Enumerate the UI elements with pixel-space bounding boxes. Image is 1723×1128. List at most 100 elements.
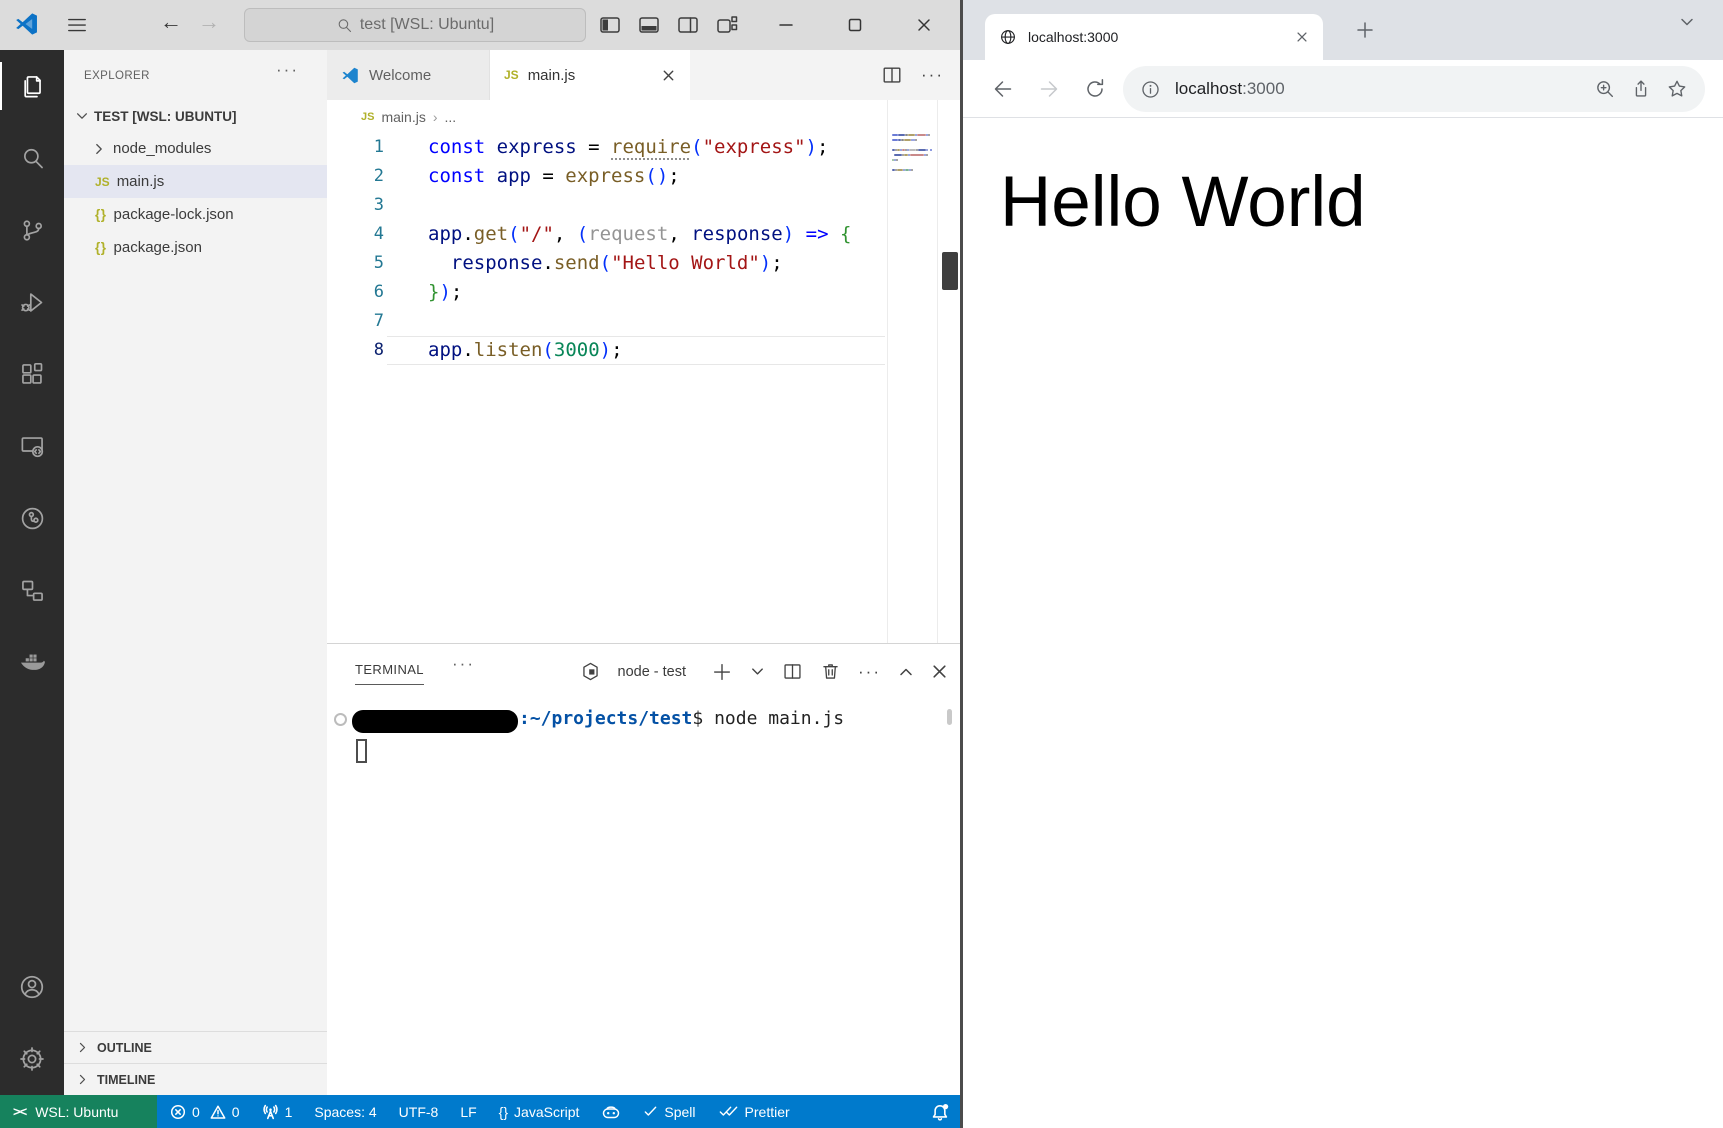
minimize-icon[interactable]	[763, 0, 809, 50]
code-editor[interactable]: 1const express = require("express");2con…	[327, 133, 887, 643]
tab-label: Welcome	[369, 67, 431, 84]
scrollbar-handle[interactable]	[942, 252, 958, 290]
terminal-dropdown-icon[interactable]	[750, 664, 765, 679]
close-tab-icon[interactable]	[1295, 30, 1309, 44]
menu-icon[interactable]	[66, 14, 88, 36]
back-arrow-icon[interactable]	[991, 77, 1015, 101]
sidebar-item-extensions[interactable]	[0, 338, 64, 410]
browser-tab[interactable]: localhost:3000	[985, 14, 1323, 60]
terminal-output[interactable]: :~/projects/test$ node main.js	[327, 699, 960, 1095]
new-tab-icon[interactable]	[1353, 18, 1377, 42]
share-icon[interactable]	[1630, 78, 1652, 100]
code-line[interactable]: 3	[327, 191, 887, 220]
new-terminal-icon[interactable]	[711, 661, 733, 683]
command-decoration-icon[interactable]	[334, 713, 347, 726]
explorer-root-folder[interactable]: TEST [WSL: UBUNTU]	[64, 100, 327, 132]
command-center-search[interactable]: test [WSL: Ubuntu]	[244, 8, 586, 42]
spell-checker-status[interactable]: Spell	[643, 1104, 695, 1120]
close-tab-icon[interactable]	[661, 68, 676, 83]
language-indicator[interactable]: {} JavaScript	[499, 1104, 580, 1120]
toggle-panel-icon[interactable]	[637, 13, 661, 37]
breadcrumb-file: main.js	[381, 109, 425, 125]
file-item-package-json[interactable]: {} package.json	[64, 231, 327, 264]
address-bar[interactable]: localhost:3000	[1123, 66, 1705, 112]
prettier-status[interactable]: Prettier	[718, 1104, 790, 1120]
code-line[interactable]: 6});	[327, 278, 887, 307]
minimap-mark	[911, 169, 913, 171]
settings-button[interactable]	[0, 1023, 64, 1095]
editor-scrollbar[interactable]	[937, 100, 960, 643]
terminal-session-label[interactable]: node - test	[618, 664, 687, 680]
kill-terminal-icon[interactable]	[820, 661, 841, 682]
line-number[interactable]: 4	[327, 220, 384, 249]
terminal-scrollbar[interactable]	[947, 709, 952, 725]
vscode-logo-icon	[341, 66, 360, 85]
url-text[interactable]: localhost:3000	[1175, 79, 1285, 99]
toggle-sidebar-icon[interactable]	[598, 13, 622, 37]
split-editor-icon[interactable]	[881, 64, 903, 86]
line-number[interactable]: 1	[327, 133, 384, 162]
minimap[interactable]	[887, 100, 937, 643]
reload-icon[interactable]	[1083, 77, 1107, 101]
code-line[interactable]: 8app.listen(3000);	[327, 336, 887, 365]
code-line[interactable]: 7	[327, 307, 887, 336]
close-panel-icon[interactable]	[931, 663, 948, 680]
file-item-package-lock[interactable]: {} package-lock.json	[64, 198, 327, 231]
chevron-down-icon[interactable]	[1679, 14, 1695, 30]
notifications-button[interactable]	[931, 1095, 950, 1128]
bookmark-star-icon[interactable]	[1666, 78, 1688, 100]
outline-section[interactable]: OUTLINE	[64, 1031, 327, 1063]
code-line[interactable]: 2const app = express();	[327, 162, 887, 191]
forward-arrow-icon[interactable]	[1037, 77, 1061, 101]
accounts-button[interactable]	[0, 951, 64, 1023]
ports-indicator[interactable]: 1	[262, 1103, 293, 1120]
line-number[interactable]: 5	[327, 249, 384, 278]
breadcrumb[interactable]: JS main.js › ...	[327, 100, 960, 133]
tab-welcome[interactable]: Welcome	[327, 50, 490, 100]
sidebar-item-gitlens[interactable]	[0, 482, 64, 554]
sidebar-item-search[interactable]	[0, 122, 64, 194]
more-actions-icon[interactable]: ···	[276, 60, 299, 80]
tab-terminal[interactable]: TERMINAL	[355, 662, 424, 685]
remote-indicator[interactable]: >< WSL: Ubuntu	[0, 1095, 157, 1128]
code-line[interactable]: 1const express = require("express");	[327, 133, 887, 162]
file-item-main-js[interactable]: JS main.js	[64, 165, 327, 198]
close-icon[interactable]	[901, 0, 947, 50]
sidebar-item-source-control[interactable]	[0, 194, 64, 266]
split-terminal-icon[interactable]	[782, 661, 803, 682]
line-number[interactable]: 8	[327, 336, 384, 365]
zoom-icon[interactable]	[1594, 78, 1616, 100]
sidebar-item-run-debug[interactable]	[0, 266, 64, 338]
sidebar-item-docker[interactable]	[0, 626, 64, 698]
line-number[interactable]: 6	[327, 278, 384, 307]
code-line[interactable]: 4app.get("/", (request, response) => {	[327, 220, 887, 249]
spell-label: Spell	[664, 1104, 695, 1120]
eol-indicator[interactable]: LF	[460, 1104, 476, 1120]
error-icon	[170, 1104, 186, 1120]
copilot-status[interactable]	[601, 1104, 621, 1120]
indent-indicator[interactable]: Spaces: 4	[314, 1104, 376, 1120]
forward-arrow-icon[interactable]: →	[198, 9, 220, 35]
back-arrow-icon[interactable]: ←	[160, 9, 182, 35]
line-number[interactable]: 2	[327, 162, 384, 191]
sidebar-bottom-sections: OUTLINE TIMELINE	[64, 1031, 327, 1095]
more-actions-icon[interactable]: ···	[858, 662, 881, 682]
encoding-indicator[interactable]: UTF-8	[399, 1104, 439, 1120]
customize-layout-icon[interactable]	[715, 13, 739, 37]
tab-main-js[interactable]: JS main.js	[490, 50, 690, 100]
maximize-panel-icon[interactable]	[898, 664, 914, 680]
sidebar-item-explorer[interactable]	[0, 50, 64, 122]
toggle-secondary-sidebar-icon[interactable]	[676, 13, 700, 37]
code-line[interactable]: 5 response.send("Hello World");	[327, 249, 887, 278]
line-number[interactable]: 7	[327, 307, 384, 336]
more-actions-icon[interactable]: ···	[452, 654, 475, 674]
sidebar-item-hierarchy[interactable]	[0, 554, 64, 626]
timeline-section[interactable]: TIMELINE	[64, 1063, 327, 1095]
maximize-icon[interactable]	[832, 0, 878, 50]
file-item-node-modules[interactable]: node_modules	[64, 132, 327, 165]
line-number[interactable]: 3	[327, 191, 384, 220]
sidebar-item-remote-explorer[interactable]	[0, 410, 64, 482]
info-icon[interactable]	[1140, 79, 1161, 100]
more-actions-icon[interactable]: ···	[921, 65, 944, 85]
problems-indicator[interactable]: 0 0	[170, 1104, 240, 1120]
